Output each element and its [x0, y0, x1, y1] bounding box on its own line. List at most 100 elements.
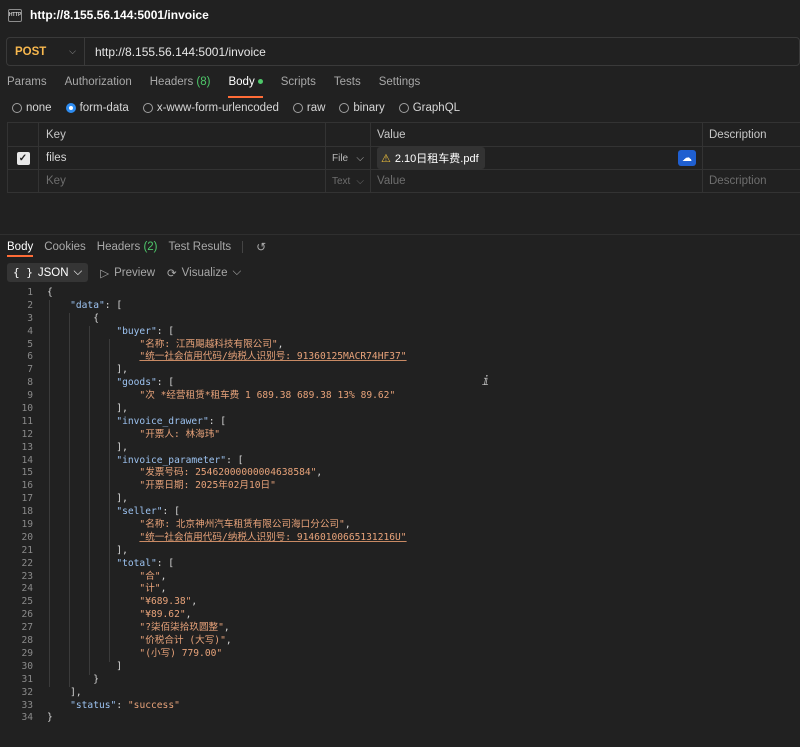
- radio-icon: [292, 103, 303, 113]
- row-key[interactable]: files: [39, 147, 326, 169]
- body-type-urlencoded[interactable]: x-www-form-urlencoded: [142, 102, 279, 114]
- visualize-button[interactable]: ⟳ Visualize ⌵: [167, 266, 241, 280]
- json-string: "?柒佰柒拾玖圆整": [139, 622, 224, 634]
- code-text: "名称: 北京神州汽车租赁有限公司海口分公司",: [47, 519, 351, 532]
- body-type-none[interactable]: none: [12, 102, 52, 114]
- row-description[interactable]: [703, 147, 800, 169]
- response-tab-cookies[interactable]: Cookies: [44, 241, 86, 253]
- body-type-form-data[interactable]: form-data: [65, 102, 129, 114]
- json-punctuation: [47, 519, 139, 530]
- chevron-down-icon: ⌵: [356, 175, 364, 187]
- url-bar: POST ⌵ http://8.155.56.144:5001/invoice: [6, 37, 800, 66]
- code-line: 9 "次 *经营租赁*租车费 1 689.38 689.38 13% 89.62…: [0, 390, 800, 403]
- response-tab-headers[interactable]: Headers (2): [97, 241, 158, 253]
- tab-label: Params: [7, 76, 47, 88]
- file-chip[interactable]: ⚠ 2.10日租车费.pdf: [377, 147, 485, 169]
- code-text: "buyer": [: [47, 326, 174, 339]
- code-line: 12 "开票人: 林海玮": [0, 429, 800, 442]
- column-header-value: Value: [371, 123, 703, 146]
- code-text: ],: [47, 442, 128, 455]
- code-line: 28 "价税合计 (大写)",: [0, 635, 800, 648]
- body-type-raw[interactable]: raw: [292, 102, 325, 114]
- request-title[interactable]: http://8.155.56.144:5001/invoice: [30, 8, 209, 22]
- code-line: 13 ],: [0, 442, 800, 455]
- row-type-select[interactable]: Text ⌵: [326, 170, 371, 192]
- json-punctuation: [47, 596, 139, 607]
- tab-params[interactable]: Params: [7, 76, 47, 96]
- radio-icon: [398, 103, 409, 113]
- body-type-graphql[interactable]: GraphQL: [398, 102, 460, 114]
- format-select[interactable]: { } JSON ⌵: [7, 263, 89, 282]
- code-text: "合",: [47, 571, 166, 584]
- row-check-cell: [7, 170, 39, 192]
- code-line: 11 "invoice_drawer": [: [0, 416, 800, 429]
- json-punctuation: ,: [344, 519, 351, 531]
- value-input[interactable]: Value: [371, 170, 703, 192]
- code-line: 10 ],: [0, 403, 800, 416]
- radio-label: form-data: [79, 102, 129, 114]
- response-view-bar: { } JSON ⌵ ▷ Preview ⟳ Visualize ⌵: [7, 263, 241, 282]
- line-number: 34: [21, 712, 33, 724]
- radio-label: none: [26, 102, 52, 114]
- history-icon[interactable]: ↺: [256, 240, 266, 254]
- line-number: 29: [21, 647, 33, 659]
- tab-headers[interactable]: Headers (8): [150, 76, 211, 96]
- json-punctuation: ],: [47, 686, 82, 698]
- code-text: "名称: 江西飓越科技有限公司",: [47, 339, 283, 352]
- response-tab-test-results[interactable]: Test Results: [169, 241, 232, 253]
- radio-icon: [12, 103, 22, 113]
- code-text: ]: [47, 661, 122, 674]
- code-text: "次 *经营租赁*租车费 1 689.38 689.38 13% 89.62": [47, 390, 395, 403]
- tab-label: Headers: [149, 76, 194, 88]
- description-input[interactable]: Description: [703, 170, 800, 192]
- json-punctuation: [47, 558, 116, 569]
- radio-icon: [339, 103, 350, 113]
- radio-icon: [142, 103, 153, 113]
- json-punctuation: [47, 300, 70, 311]
- code-text: ],: [47, 687, 82, 700]
- code-line: 20 "统一社会信用代码/纳税人识别号: 91460100665131216U": [0, 532, 800, 545]
- checkbox-checked-icon[interactable]: ✓: [16, 151, 30, 165]
- json-punctuation: : [: [104, 299, 123, 311]
- body-type-binary[interactable]: binary: [339, 102, 385, 114]
- line-number: 31: [21, 673, 33, 685]
- url-input[interactable]: http://8.155.56.144:5001/invoice: [85, 45, 266, 59]
- line-number: 7: [27, 364, 33, 376]
- json-punctuation: }: [47, 712, 53, 724]
- json-punctuation: ,: [160, 583, 167, 595]
- line-number: 9: [27, 390, 33, 402]
- response-json-viewer[interactable]: 1{2 "data": [3 {4 "buyer": [5 "名称: 江西飓越科…: [0, 287, 800, 725]
- line-number: 12: [21, 428, 33, 440]
- json-key: "invoice_drawer": [116, 415, 209, 427]
- tab-label: Tests: [333, 76, 361, 88]
- response-tab-body[interactable]: Body: [7, 241, 34, 257]
- json-punctuation: ,: [316, 467, 323, 479]
- cloud-upload-icon[interactable]: ☁: [678, 150, 696, 166]
- key-input[interactable]: Key: [39, 170, 326, 192]
- tab-authorization[interactable]: Authorization: [65, 76, 132, 96]
- tab-settings[interactable]: Settings: [379, 76, 421, 96]
- code-text: "开票日期: 2025年02月10日": [47, 480, 275, 493]
- json-string: "开票人: 林海玮": [139, 428, 221, 440]
- line-number: 32: [21, 686, 33, 698]
- preview-button[interactable]: ▷ Preview: [100, 266, 155, 280]
- json-punctuation: ,: [223, 622, 230, 634]
- code-line: 5 "名称: 江西飓越科技有限公司",: [0, 339, 800, 352]
- json-punctuation: {: [47, 312, 99, 324]
- code-text: "¥689.38",: [47, 596, 197, 609]
- tab-tests[interactable]: Tests: [334, 76, 361, 96]
- line-number: 30: [21, 660, 33, 672]
- tab-scripts[interactable]: Scripts: [281, 76, 316, 96]
- tab-body[interactable]: Body: [228, 76, 263, 98]
- json-key: "seller": [116, 506, 163, 518]
- method-select[interactable]: POST ⌵: [7, 38, 85, 65]
- row-check-cell: ✓: [7, 147, 39, 169]
- json-punctuation: ],: [47, 364, 128, 376]
- pane-divider[interactable]: [0, 234, 800, 235]
- code-line: 2 "data": [: [0, 300, 800, 313]
- row-type-select[interactable]: File ⌵: [326, 147, 371, 169]
- line-number: 14: [21, 454, 33, 466]
- code-line: 18 "seller": [: [0, 506, 800, 519]
- line-number: 27: [21, 622, 33, 634]
- json-punctuation: [47, 571, 139, 582]
